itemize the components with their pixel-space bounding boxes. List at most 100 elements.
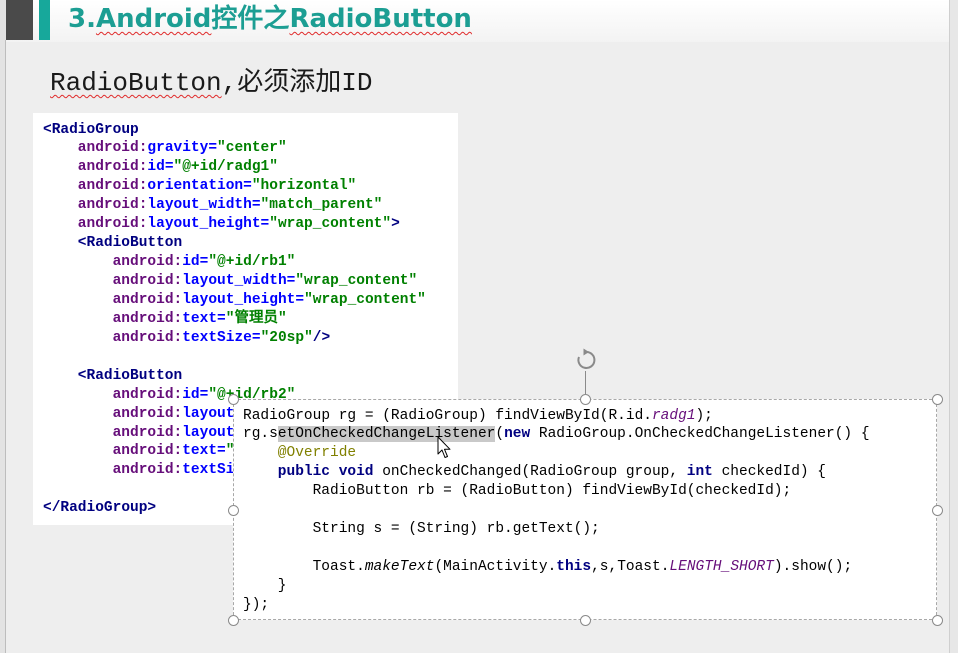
title-text: 控件之 xyxy=(211,4,290,34)
java-code-token: } xyxy=(277,577,287,594)
java-code-token: radg1 xyxy=(651,407,696,424)
xml-code-token: <RadioButton xyxy=(77,367,183,384)
xml-code-token: android: xyxy=(112,462,183,479)
resize-handle-bottom-left[interactable] xyxy=(227,614,239,626)
xml-code-line: android:layout_width="wrap_content" xyxy=(43,272,458,291)
xml-code-token: android: xyxy=(77,140,148,157)
java-code-line: String s = (String) rb.getText(); xyxy=(243,520,936,539)
header-dark-block xyxy=(6,0,33,40)
xml-code-token: "管理员" xyxy=(225,310,287,327)
rotate-icon[interactable] xyxy=(574,348,598,372)
xml-code-token: android: xyxy=(112,310,183,327)
java-code-line: RadioButton rb = (RadioButton) findViewB… xyxy=(243,482,936,501)
subtitle-misspelled-word: RadioButton xyxy=(50,68,222,98)
java-code-line: } xyxy=(243,577,936,596)
java-code-line: public void onCheckedChanged(RadioGroup … xyxy=(243,463,936,482)
resize-handle-top-right[interactable] xyxy=(931,393,943,405)
xml-code-token: "match_parent" xyxy=(260,197,383,214)
xml-code-line: android:gravity="center" xyxy=(43,139,458,158)
xml-code-token: android: xyxy=(112,329,183,346)
java-code-token: onCheckedChanged(RadioGroup group, xyxy=(373,464,687,481)
resize-handle-top-middle[interactable] xyxy=(579,393,591,405)
xml-code-token: orientation= xyxy=(147,178,252,195)
title-misspelled-word: Android xyxy=(95,4,212,34)
xml-code-token: android: xyxy=(77,178,148,195)
xml-code-line: android:id="@+id/radg1" xyxy=(43,158,458,177)
xml-code-token: layout_width= xyxy=(182,273,296,289)
java-code-line: @Override xyxy=(243,444,936,463)
xml-code-line: <RadioButton xyxy=(43,234,458,253)
java-code-token: makeText xyxy=(364,559,435,575)
xml-code-token: "wrap_content" xyxy=(304,291,426,308)
xml-code-token: /> xyxy=(312,329,331,346)
xml-code-token: textSi xyxy=(182,462,235,479)
title-misspelled-word: RadioButton xyxy=(289,4,472,34)
xml-code-token: layout xyxy=(182,424,235,441)
xml-code-token: <RadioGroup xyxy=(43,121,139,138)
right-gutter xyxy=(950,0,958,653)
xml-code-token: "20sp" xyxy=(260,329,313,346)
java-code-token: }); xyxy=(243,596,270,613)
xml-code-line: android:layout_height="wrap_content" xyxy=(43,291,458,310)
title-text: 3. xyxy=(68,4,96,34)
slide-subtitle[interactable]: RadioButton,必须添加ID xyxy=(50,65,372,101)
xml-code-token: android: xyxy=(112,273,183,289)
java-code-line: rg.setOnCheckedChangeListener(new RadioG… xyxy=(243,425,936,444)
java-code-selected-text: etOnCheckedChangeListener xyxy=(277,426,496,443)
slide-right-border xyxy=(949,0,950,653)
java-code-token: rg.s xyxy=(243,426,278,443)
xml-code-token: "@+id/rb1" xyxy=(208,254,296,271)
slide-left-border xyxy=(5,40,6,653)
xml-code-line: android:orientation="horizontal" xyxy=(43,177,458,196)
xml-code-token: layout xyxy=(182,405,235,422)
java-code-textbox-selected[interactable]: RadioGroup rg = (RadioGroup) findViewByI… xyxy=(233,399,937,620)
xml-code-line: android:layout_width="match_parent" xyxy=(43,196,458,215)
java-code-token: new xyxy=(504,426,531,443)
slide-editor-canvas: 3.Android控件之RadioButton RadioButton,必须添加… xyxy=(0,0,958,653)
xml-code-token: layout_height= xyxy=(182,291,305,308)
xml-code-token: id= xyxy=(182,254,209,271)
xml-code-token: "horizontal" xyxy=(251,178,357,195)
xml-code-token: </RadioGroup> xyxy=(43,500,157,517)
java-code-token: String s = (String) rb.getText(); xyxy=(312,521,600,538)
xml-code-token: android: xyxy=(112,291,183,308)
rotate-handle-stem xyxy=(585,371,586,394)
xml-code-token: android: xyxy=(77,197,148,214)
java-code-token: ); xyxy=(695,407,713,424)
java-code-token: ,s,Toast. xyxy=(591,559,670,575)
resize-handle-middle-left[interactable] xyxy=(227,504,239,516)
xml-code-token: text= xyxy=(182,443,226,460)
xml-code-token: android: xyxy=(112,443,183,460)
xml-code-line: <RadioGroup xyxy=(43,121,458,140)
resize-handle-bottom-middle[interactable] xyxy=(579,614,591,626)
xml-code-token: android: xyxy=(77,216,148,233)
xml-code-token: android: xyxy=(77,159,148,176)
java-code-token: checkedId) { xyxy=(712,464,827,481)
xml-code-line: android:textSize="20sp"/> xyxy=(43,329,458,348)
xml-code-token: "wrap_content" xyxy=(295,273,418,289)
xml-code-token: layout_height= xyxy=(147,216,270,233)
java-code-token: (MainActivity. xyxy=(434,559,557,575)
xml-code-token: gravity= xyxy=(147,140,218,157)
java-code-token: @Override xyxy=(277,445,357,462)
java-code-line xyxy=(243,501,936,520)
java-code-token: this xyxy=(556,559,592,575)
xml-code-token: android: xyxy=(112,386,183,403)
arrow-cursor-icon xyxy=(437,436,451,458)
resize-handle-bottom-right[interactable] xyxy=(931,614,943,626)
resize-handle-top-left[interactable] xyxy=(227,393,239,405)
java-code-token: Toast. xyxy=(312,559,365,575)
xml-code-line xyxy=(43,348,458,367)
java-code-token: int xyxy=(686,464,713,481)
xml-code-token: "@+id/radg1" xyxy=(173,159,278,176)
xml-code-line: <RadioButton xyxy=(43,367,458,386)
xml-code-token: <RadioButton xyxy=(77,235,183,252)
xml-code-token: layout_width= xyxy=(147,197,261,214)
java-code-line: RadioGroup rg = (RadioGroup) findViewByI… xyxy=(243,407,936,426)
slide-title[interactable]: 3.Android控件之RadioButton xyxy=(68,1,472,37)
resize-handle-middle-right[interactable] xyxy=(931,504,943,516)
java-code-token: public void xyxy=(277,464,374,481)
java-code-line xyxy=(243,539,936,558)
subtitle-text: ,必须添加ID xyxy=(221,68,373,98)
header-accent-bar xyxy=(39,0,50,40)
